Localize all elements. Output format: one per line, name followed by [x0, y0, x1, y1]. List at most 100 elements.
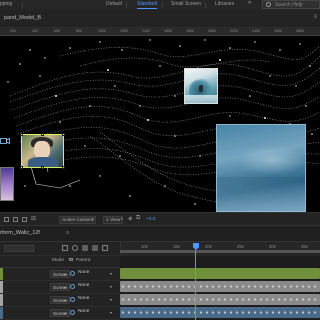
ruler-tick: 2600: [274, 29, 282, 33]
chevron-down-icon: ▾: [110, 271, 113, 276]
transform-handle[interactable]: [62, 133, 65, 136]
mode-column-label[interactable]: Mode: [52, 258, 64, 263]
layer-row[interactable]: Screen ▾ None ▾: [0, 281, 120, 294]
transform-handle[interactable]: [41, 133, 44, 136]
water-shade: [217, 177, 305, 211]
region-icon[interactable]: [22, 217, 27, 222]
transform-handle[interactable]: [41, 166, 44, 169]
blend-mode-select[interactable]: Screen: [50, 309, 70, 317]
active-camera-select[interactable]: Active Camera: [59, 216, 97, 224]
search-help-input[interactable]: Search Help: [262, 0, 320, 9]
transform-handle[interactable]: [62, 166, 65, 169]
layer-color-label[interactable]: [0, 268, 3, 280]
workspace-more-button[interactable]: »: [248, 0, 251, 6]
current-time-indicator[interactable]: [195, 250, 196, 320]
graph-editor-icon[interactable]: [102, 245, 108, 251]
layer-duration-bar[interactable]: [120, 294, 320, 305]
pick-whip-icon[interactable]: [70, 310, 75, 315]
workspace-tab-default[interactable]: Default: [106, 1, 122, 7]
ruler-tick: 200: [10, 29, 16, 33]
ruler-tick: 600: [54, 29, 60, 33]
parent-select[interactable]: None: [78, 270, 89, 275]
motion-blur-icon[interactable]: [92, 245, 98, 251]
search-icon: [266, 2, 271, 7]
keyframe-markers[interactable]: [120, 284, 320, 289]
snapshot-icon[interactable]: [4, 217, 9, 222]
channel-icon[interactable]: [13, 217, 18, 222]
ruler-tick: 1200: [120, 29, 128, 33]
work-area-bar[interactable]: [120, 250, 320, 253]
composition-tab[interactable]: pand_Model_B: [0, 13, 45, 25]
time-tick: 25s: [237, 244, 244, 249]
chevron-down-icon: ▾: [64, 298, 67, 303]
chevron-down-icon: ▾: [121, 216, 124, 221]
ruler-tick: 2400: [252, 29, 260, 33]
parent-select[interactable]: None: [78, 296, 89, 301]
layer-color-label[interactable]: [0, 281, 3, 293]
layer-row[interactable]: Screen ▾ None ▾: [0, 294, 120, 307]
grid-icon[interactable]: ⊞: [31, 215, 36, 222]
timeline-tab-menu-icon[interactable]: ≡: [66, 230, 69, 236]
frame-blending-icon[interactable]: [82, 245, 88, 251]
timeline-tracks[interactable]: [120, 256, 320, 320]
surfer-figure: [199, 85, 203, 92]
comp-flowchart-icon[interactable]: [62, 245, 68, 251]
workspace-tab-standard[interactable]: Standard: [137, 1, 158, 9]
partial-left-image[interactable]: [0, 167, 14, 201]
workspace-tab-libraries[interactable]: Libraries: [215, 1, 234, 7]
shy-icon[interactable]: [72, 245, 78, 251]
layer-row[interactable]: Screen ▾ None ▾: [0, 268, 120, 281]
time-tick: 30s: [269, 244, 276, 249]
ruler-tick: 1400: [142, 29, 150, 33]
blend-mode-select[interactable]: Screen: [50, 296, 70, 304]
divider: [22, 2, 23, 8]
chevron-down-icon: ▾: [64, 285, 67, 290]
panel-menu-icon[interactable]: ≡: [313, 14, 317, 20]
composition-viewer[interactable]: [0, 36, 320, 212]
parent-select[interactable]: None: [78, 283, 89, 288]
illustration-image-selected[interactable]: [21, 134, 64, 168]
blend-mode-select[interactable]: Screen: [50, 283, 70, 291]
layer-color-label[interactable]: [0, 294, 3, 306]
layer-row[interactable]: Screen ▾ None ▾: [0, 307, 120, 320]
pick-whip-icon[interactable]: [70, 297, 75, 302]
parent-select[interactable]: None: [78, 309, 89, 314]
layer-duration-bar[interactable]: [120, 268, 320, 279]
keyframe-markers[interactable]: [120, 297, 320, 302]
divider: [205, 2, 206, 8]
light-highlight: [237, 145, 305, 175]
workspace-tab-partial[interactable]: pping: [0, 1, 12, 7]
surf-wave-image[interactable]: [184, 68, 218, 104]
ruler-tick: 1800: [186, 29, 194, 33]
layer-duration-bar[interactable]: [120, 307, 320, 318]
timeline-tab[interactable]: rform_Wallz_12f: [0, 230, 40, 236]
layer-color-label[interactable]: [0, 307, 3, 319]
workspace-tab-small-screen[interactable]: Small Screen: [171, 1, 201, 7]
ruler-tick: 1600: [164, 29, 172, 33]
foam-shape: [185, 95, 217, 103]
camera-icon[interactable]: [0, 137, 10, 145]
timeline-ruler[interactable]: 10s 15s 20s 25s 30s 35s: [120, 242, 320, 256]
chevron-down-icon: ▾: [92, 216, 95, 221]
layer-column-header: Mode T Parent: [0, 256, 120, 268]
exposure-value[interactable]: +0.0: [146, 216, 155, 224]
pixel-aspect-icon[interactable]: ⧉: [136, 215, 140, 222]
ruler-tick: 800: [76, 29, 82, 33]
chevron-down-icon: ▾: [64, 311, 67, 316]
transform-handle[interactable]: [20, 133, 23, 136]
draft-3d-icon[interactable]: ◈: [128, 215, 133, 222]
transform-handle[interactable]: [20, 166, 23, 169]
layer-duration-bar[interactable]: [120, 281, 320, 292]
parent-column-label[interactable]: Parent: [76, 258, 90, 263]
pick-whip-icon[interactable]: [70, 284, 75, 289]
blend-mode-select[interactable]: Screen: [50, 270, 70, 278]
layer-search-input[interactable]: [4, 245, 34, 252]
search-placeholder: Search Help: [275, 2, 303, 8]
time-tick: 20s: [205, 244, 212, 249]
layer-list: Screen ▾ None ▾ Screen ▾ None ▾ Screen ▾…: [0, 268, 120, 320]
underwater-image[interactable]: [216, 124, 306, 212]
pick-whip-icon[interactable]: [70, 271, 75, 276]
ruler-tick: 2800: [296, 29, 304, 33]
keyframe-markers[interactable]: [120, 310, 320, 315]
divider: [162, 2, 163, 8]
